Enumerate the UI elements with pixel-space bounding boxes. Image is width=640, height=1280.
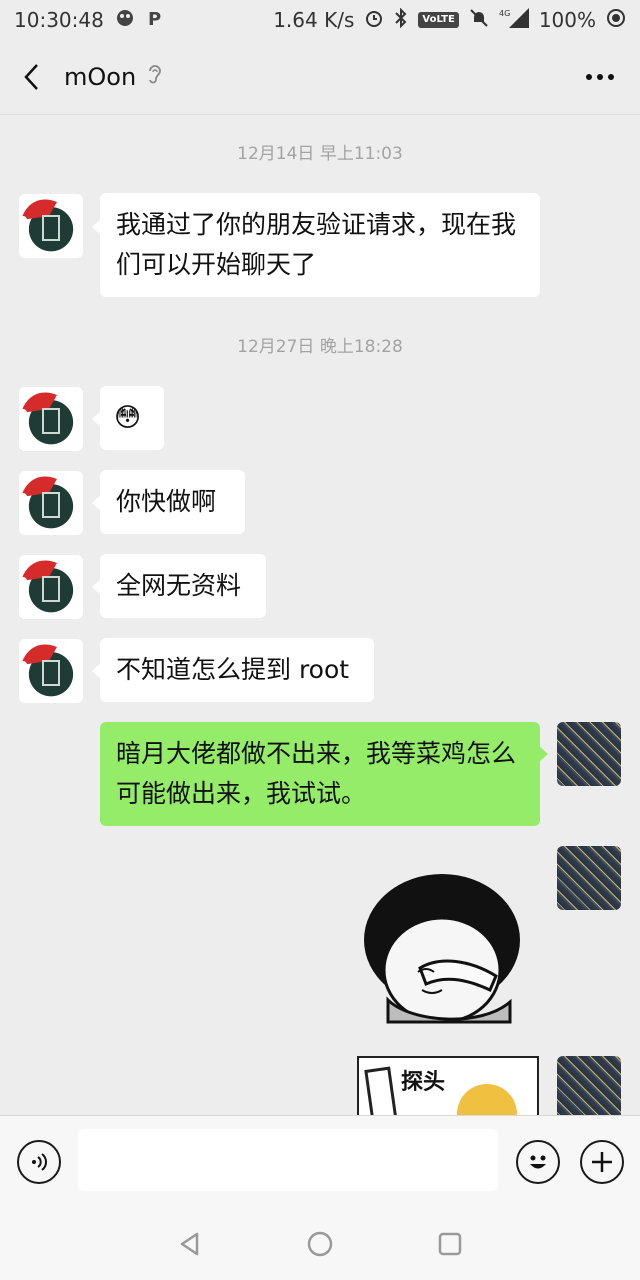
more-options-button[interactable] — [560, 40, 640, 114]
chevron-left-icon — [24, 64, 38, 90]
chat-area[interactable]: 12月14日 早上11:03 我通过了你的朋友验证请求，现在我们可以开始聊天了 … — [0, 114, 640, 1115]
network-speed: 1.64 K/s — [273, 8, 355, 32]
network-type-label: 4G — [499, 9, 510, 18]
santa-hat-icon — [19, 199, 60, 241]
mute-icon — [469, 8, 489, 33]
emoji-message-bubble[interactable]: 😳 — [100, 386, 164, 450]
battery-icon — [606, 8, 626, 33]
timestamp: 12月14日 早上11:03 — [237, 144, 403, 164]
smiley-icon — [530, 1155, 546, 1169]
timestamp: 12月27日 晚上18:28 — [237, 337, 403, 357]
sticker-text: 探头 — [401, 1070, 446, 1095]
santa-hat-icon — [19, 644, 60, 686]
input-bar — [0, 1115, 640, 1208]
message-bubble[interactable]: 我通过了你的朋友验证请求，现在我们可以开始聊天了 — [100, 193, 540, 297]
message-bubble[interactable]: 你快做啊 — [100, 470, 245, 534]
status-bar: 10:30:48 P 1.64 K/s VoLTE 4G 100% — [0, 0, 640, 40]
signal-icon: 4G — [499, 7, 529, 33]
nav-home-button[interactable] — [300, 1224, 340, 1264]
volte-badge: VoLTE — [418, 12, 459, 28]
message-bubble[interactable]: 不知道怎么提到 root — [100, 638, 374, 702]
chat-header: mOon — [0, 40, 640, 115]
more-icon — [586, 74, 614, 80]
message-input[interactable] — [78, 1129, 498, 1191]
alarm-icon — [364, 8, 384, 33]
emoji-button[interactable] — [516, 1140, 560, 1184]
triangle-back-icon — [180, 1232, 199, 1255]
message-bubble[interactable]: 全网无资料 — [100, 554, 266, 618]
status-time: 10:30:48 — [14, 8, 104, 32]
parking-notification-icon: P — [146, 7, 166, 34]
nav-back-button[interactable] — [170, 1224, 210, 1264]
contact-avatar[interactable] — [19, 639, 83, 703]
system-nav-bar — [0, 1207, 640, 1280]
hearing-icon — [146, 62, 164, 92]
battery-percent: 100% — [538, 8, 596, 32]
my-avatar[interactable] — [557, 846, 621, 910]
santa-hat-icon — [19, 476, 60, 518]
message-bubble-outgoing[interactable]: 暗月大佬都做不出来，我等菜鸡怎么可能做出来，我试试。 — [100, 722, 540, 826]
santa-hat-icon — [19, 560, 60, 602]
app-notification-icon — [114, 7, 136, 34]
sticker-peek[interactable]: 探头 — [357, 1056, 539, 1115]
bluetooth-icon — [394, 7, 408, 33]
back-button[interactable] — [0, 40, 64, 114]
voice-input-button[interactable] — [17, 1140, 61, 1184]
more-functions-button[interactable] — [580, 1140, 624, 1184]
svg-text:P: P — [148, 9, 161, 29]
sticker-facepalm[interactable] — [360, 872, 520, 1034]
my-avatar[interactable] — [557, 1056, 621, 1115]
plus-icon — [592, 1152, 612, 1172]
chat-title: mOon — [64, 63, 137, 91]
nav-recents-button[interactable] — [430, 1224, 470, 1264]
santa-hat-icon — [19, 392, 60, 434]
contact-avatar[interactable] — [19, 471, 83, 535]
contact-avatar[interactable] — [19, 555, 83, 619]
circle-home-icon — [307, 1231, 333, 1256]
contact-avatar[interactable] — [19, 194, 83, 258]
my-avatar[interactable] — [557, 722, 621, 786]
contact-avatar[interactable] — [19, 387, 83, 451]
voice-icon — [32, 1153, 47, 1171]
square-recents-icon — [438, 1232, 462, 1255]
